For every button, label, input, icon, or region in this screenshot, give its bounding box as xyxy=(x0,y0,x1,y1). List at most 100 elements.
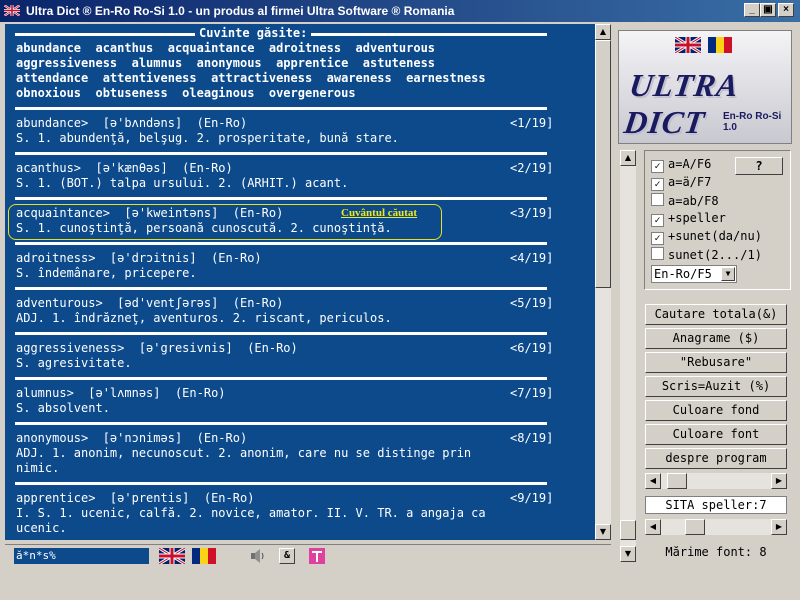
option-sound-mode[interactable]: sunet(2.../1) xyxy=(651,247,762,262)
entry-head[interactable]: abundance> [ə'bʌndəns] (En-Ro) xyxy=(16,116,247,131)
entry-head[interactable]: alumnus> [ə'lʌmnəs] (En-Ro) xyxy=(16,386,226,401)
font-color-button[interactable]: Culoare font xyxy=(645,424,787,445)
entry-definition: ADJ. 1. îndrăzneţ, aventuros. 2. riscant… xyxy=(16,311,392,325)
divider xyxy=(15,242,547,245)
entry-definition: S. 1. (BOT.) talpa ursului. 2. (ARHIT.) … xyxy=(16,176,349,190)
text-t-icon[interactable] xyxy=(309,548,325,564)
divider xyxy=(15,107,547,110)
written-heard-button[interactable]: Scris=Auzit (%) xyxy=(645,376,787,397)
entry-number: <4/19] xyxy=(510,251,554,265)
checkbox-icon[interactable]: ✓ xyxy=(651,160,664,173)
scroll-up-icon[interactable]: ▲ xyxy=(620,150,636,166)
entry-definition: nimic. xyxy=(16,461,60,475)
minimize-button[interactable]: _ xyxy=(744,3,760,17)
options-panel: ✓ a=A/F6 ✓ a=ä/F7 a=ab/F8 ✓ +speller ✓ +sune… xyxy=(644,150,791,290)
entry-number: <1/19] xyxy=(510,116,554,130)
speller-scrollbar[interactable]: ◀ ▶ xyxy=(645,473,787,489)
scroll-left-icon[interactable]: ◀ xyxy=(645,473,661,489)
entry-number: <3/19] xyxy=(510,206,554,220)
results-pane[interactable]: Cuvinte găsite: abundance acanthus acqua… xyxy=(5,24,595,540)
found-words-row[interactable]: abundance acanthus acquaintance adroitne… xyxy=(16,41,435,56)
entry-definition: I. S. 1. ucenic, calfă. 2. novice, amato… xyxy=(16,506,486,520)
scroll-down-icon[interactable]: ▼ xyxy=(620,546,636,562)
entry-head[interactable]: aggressiveness> [ə'gresivnis] (En-Ro) xyxy=(16,341,298,356)
scroll-left-icon[interactable]: ◀ xyxy=(645,519,661,535)
results-scrollbar[interactable]: ▲ ▼ xyxy=(595,24,611,540)
checkbox-icon[interactable]: ✓ xyxy=(651,232,664,245)
scroll-right-icon[interactable]: ▶ xyxy=(771,473,787,489)
window-title: Ultra Dict ® En-Ro Ro-Si 1.0 - un produs… xyxy=(26,4,455,18)
option-a-f6[interactable]: ✓ a=A/F6 xyxy=(651,157,711,173)
romania-flag-icon[interactable] xyxy=(187,548,221,564)
side-scrollbar[interactable]: ▲ ▼ xyxy=(620,150,636,562)
anagram-button[interactable]: Anagrame ($) xyxy=(645,328,787,349)
entry-number: <7/19] xyxy=(510,386,554,400)
checkbox-icon[interactable] xyxy=(651,193,664,206)
entry-head[interactable]: adroitness> [ə'drɔitnis] (En-Ro) xyxy=(16,251,262,266)
divider xyxy=(15,377,547,380)
search-bar: ă*n*s% & xyxy=(5,544,611,567)
close-button[interactable]: × xyxy=(778,3,794,17)
option-a-f7[interactable]: ✓ a=ä/F7 xyxy=(651,175,711,191)
entry-definition: S. agresivitate. xyxy=(16,356,132,370)
scroll-thumb[interactable] xyxy=(685,519,705,535)
option-label: +speller xyxy=(668,211,726,225)
ampersand-icon[interactable]: & xyxy=(279,548,295,564)
chevron-down-icon[interactable]: ▼ xyxy=(721,267,735,281)
uk-flag-icon[interactable] xyxy=(159,548,185,564)
speller-info: SITA speller:7 xyxy=(645,496,787,514)
divider xyxy=(15,197,547,200)
uk-flag-icon xyxy=(675,37,701,53)
title-bar: Ultra Dict ® En-Ro Ro-Si 1.0 - un produs… xyxy=(0,0,800,22)
scroll-up-icon[interactable]: ▲ xyxy=(595,24,611,40)
crossword-button[interactable]: "Rebusare" xyxy=(645,352,787,373)
divider xyxy=(15,422,547,425)
found-words-row[interactable]: attendance attentiveness attractiveness … xyxy=(16,71,486,86)
restore-button[interactable]: ▣ xyxy=(760,3,776,17)
entry-head[interactable]: anonymous> [ə'nɔniməs] (En-Ro) xyxy=(16,431,247,446)
option-label: sunet(2.../1) xyxy=(668,248,762,262)
scroll-down-icon[interactable]: ▼ xyxy=(595,524,611,540)
entry-head[interactable]: acquaintance> [ə'kweintəns] (En-Ro) xyxy=(16,206,283,221)
option-a-f8[interactable]: a=ab/F8 xyxy=(651,193,719,208)
entry-number: <9/19] xyxy=(510,491,554,505)
entry-number: <2/19] xyxy=(510,161,554,175)
uk-flag-icon xyxy=(4,5,20,16)
help-button[interactable]: ? xyxy=(735,157,783,175)
entry-definition: ADJ. 1. anonim, necunoscut. 2. anonim, c… xyxy=(16,446,472,460)
checkbox-icon[interactable]: ✓ xyxy=(651,178,664,191)
option-label: a=ä/F7 xyxy=(668,175,712,189)
scroll-thumb[interactable] xyxy=(620,520,636,540)
logo-subtitle: En-Ro Ro-Si 1.0 xyxy=(723,111,782,133)
entry-number: <5/19] xyxy=(510,296,554,310)
option-sound[interactable]: ✓ +sunet(da/nu) xyxy=(651,229,762,245)
speaker-icon[interactable] xyxy=(249,548,267,564)
about-button[interactable]: despre program xyxy=(645,448,787,469)
entry-head[interactable]: acanthus> [ə'kænθəs] (En-Ro) xyxy=(16,161,233,176)
found-words-row[interactable]: obnoxious obtuseness oleaginous overgene… xyxy=(16,86,356,101)
divider xyxy=(15,332,547,335)
option-label: a=A/F6 xyxy=(668,157,712,171)
romania-flag-icon xyxy=(708,37,732,53)
font-size-info: Mărime font: 8 xyxy=(665,545,767,559)
option-label: a=ab/F8 xyxy=(668,194,719,208)
background-color-button[interactable]: Culoare fond xyxy=(645,400,787,421)
divider xyxy=(15,152,547,155)
option-speller[interactable]: ✓ +speller xyxy=(651,211,726,227)
scroll-thumb[interactable] xyxy=(595,40,611,288)
entry-definition: S. 1. cunoştinţă, persoană cunoscută. 2.… xyxy=(16,221,392,235)
entry-head[interactable]: apprentice> [ə'prentis] (En-Ro) xyxy=(16,491,254,506)
found-words-header: Cuvinte găsite: xyxy=(195,26,312,41)
entry-number: <8/19] xyxy=(510,431,554,445)
scroll-right-icon[interactable]: ▶ xyxy=(771,519,787,535)
checkbox-icon[interactable]: ✓ xyxy=(651,214,664,227)
total-search-button[interactable]: Cautare totala(&) xyxy=(645,304,787,325)
scroll-thumb[interactable] xyxy=(667,473,687,489)
found-words-row[interactable]: aggressiveness alumnus anonymous apprent… xyxy=(16,56,435,71)
search-input[interactable]: ă*n*s% xyxy=(14,548,149,564)
font-size-scrollbar[interactable]: ◀ ▶ xyxy=(645,519,787,535)
entry-definition: S. absolvent. xyxy=(16,401,110,415)
entry-head[interactable]: adventurous> [əd'ventʃərəs] (En-Ro) xyxy=(16,296,283,311)
direction-select[interactable]: En-Ro/F5 ▼ xyxy=(651,265,737,283)
checkbox-icon[interactable] xyxy=(651,247,664,260)
